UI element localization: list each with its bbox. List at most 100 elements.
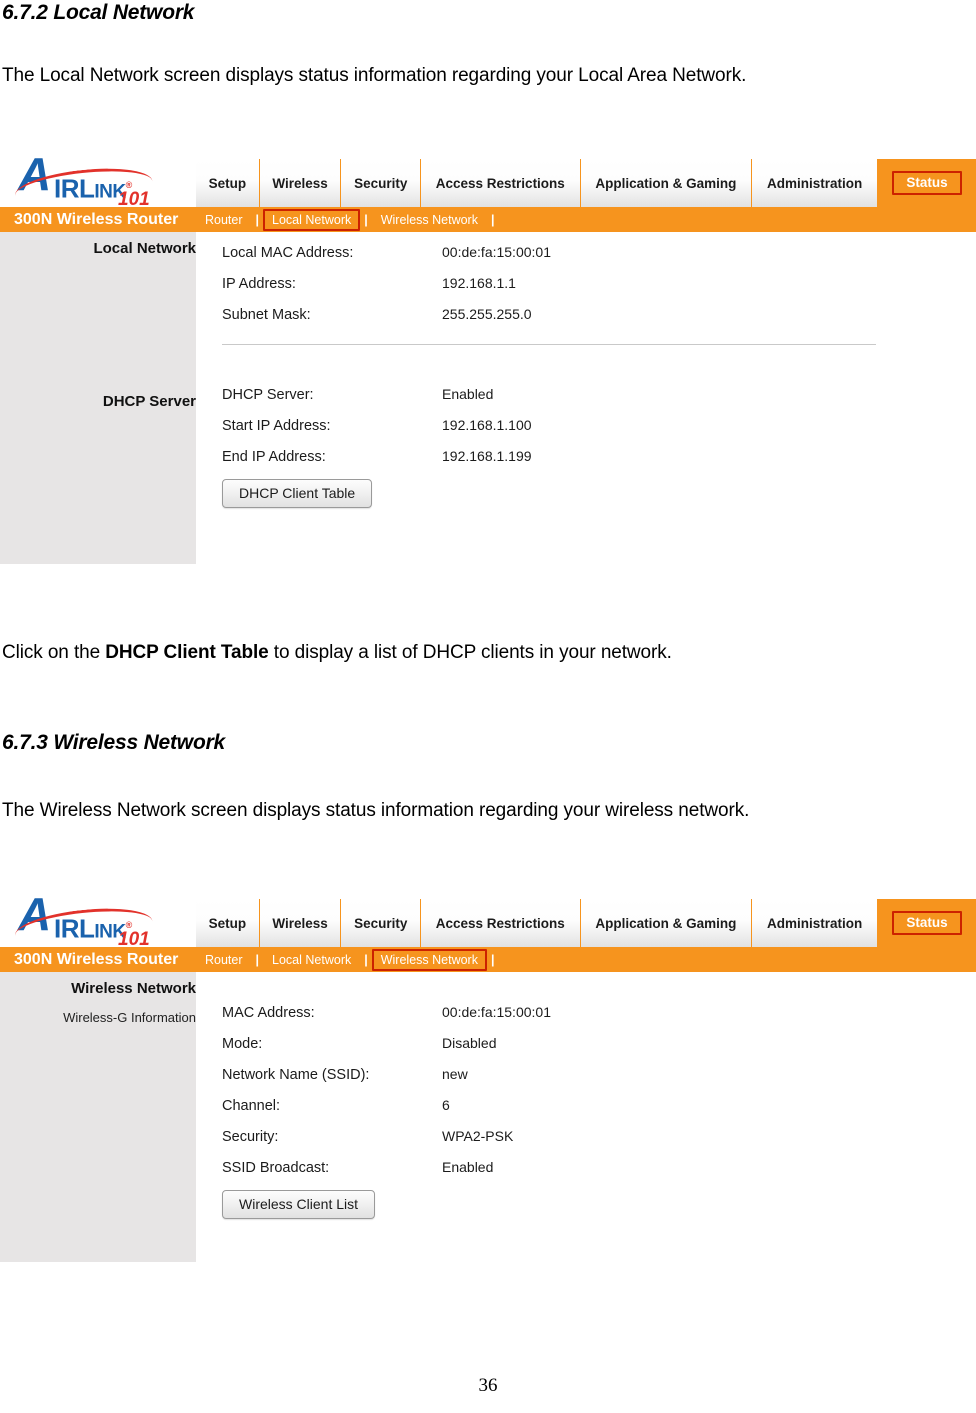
subnav-wireless-network[interactable]: Wireless Network — [372, 211, 487, 229]
section-heading-672: 6.7.2 Local Network — [2, 1, 195, 24]
local-network-fields: Local MAC Address: 00:de:fa:15:00:01 IP … — [196, 232, 976, 564]
rail-title-local-network: Local Network — [93, 240, 196, 257]
value-start-ip-address: 192.168.1.100 — [442, 417, 532, 433]
tab-administration[interactable]: Administration — [752, 159, 878, 207]
wireless-network-fields: MAC Address: 00:de:fa:15:00:01 Mode: Dis… — [196, 972, 976, 1262]
tab-application-gaming[interactable]: Application & Gaming — [580, 159, 753, 207]
document-page: 6.7.2 Local Network The Local Network sc… — [0, 0, 976, 1413]
rail-title-wireless-network: Wireless Network — [71, 980, 196, 997]
tab-wireless[interactable]: Wireless — [259, 159, 342, 207]
router-subnav-bar: 300N Wireless Router Router | Local Netw… — [0, 207, 976, 232]
value-network-name-ssid: new — [442, 1066, 468, 1082]
subnav-router[interactable]: Router — [196, 211, 252, 229]
section-divider — [222, 344, 876, 345]
field-row: IP Address: 192.168.1.1 — [196, 273, 976, 304]
airlink-logo: A IRLINK® 101 — [0, 890, 196, 950]
value-mac-address: 00:de:fa:15:00:01 — [442, 1004, 551, 1020]
field-row: Local MAC Address: 00:de:fa:15:00:01 — [196, 242, 976, 273]
screenshot-local-network: A IRLINK® 101 Setup Wireless Security Ac… — [0, 150, 976, 564]
section-paragraph-673: The Wireless Network screen displays sta… — [2, 800, 750, 821]
router-header-bar: A IRLINK® 101 Setup Wireless Security Ac… — [0, 150, 976, 210]
tab-status-label: Status — [892, 911, 962, 935]
subnav-divider: | — [490, 212, 495, 227]
button-row: Wireless Client List — [196, 1188, 976, 1219]
label-channel: Channel: — [222, 1098, 281, 1114]
tab-status[interactable]: Status — [878, 159, 976, 207]
note-bold-term: DHCP Client Table — [105, 642, 269, 663]
label-security: Security: — [222, 1129, 279, 1145]
note-suffix: to display a list of DHCP clients in you… — [268, 642, 672, 663]
subnav-divider: | — [364, 212, 368, 227]
value-ssid-broadcast: Enabled — [442, 1159, 494, 1175]
tab-access-restrictions[interactable]: Access Restrictions — [420, 899, 581, 947]
logo-word-irl: IRL — [54, 173, 95, 204]
main-nav-tabs: Setup Wireless Security Access Restricti… — [196, 899, 976, 947]
dhcp-client-table-button[interactable]: DHCP Client Table — [222, 479, 373, 508]
tab-application-gaming[interactable]: Application & Gaming — [580, 899, 753, 947]
router-subnav-bar: 300N Wireless Router Router | Local Netw… — [0, 947, 976, 972]
value-end-ip-address: 192.168.1.199 — [442, 448, 532, 464]
label-mode: Mode: — [222, 1036, 263, 1052]
field-row: Subnet Mask: 255.255.255.0 — [196, 304, 976, 335]
dhcp-client-table-note: Click on the DHCP Client Table to displa… — [2, 640, 942, 666]
subnav-local-network[interactable]: Local Network — [263, 208, 361, 231]
value-dhcp-server: Enabled — [442, 386, 494, 402]
subnav-router[interactable]: Router — [196, 951, 252, 969]
airlink-logo: A IRLINK® 101 — [0, 150, 196, 210]
router-header-bar: A IRLINK® 101 Setup Wireless Security Ac… — [0, 890, 976, 950]
subnav-links: Router | Local Network | Wireless Networ… — [196, 948, 498, 971]
tab-security[interactable]: Security — [341, 899, 421, 947]
label-subnet-mask: Subnet Mask: — [222, 307, 311, 323]
button-row: DHCP Client Table — [196, 477, 976, 508]
label-start-ip-address: Start IP Address: — [222, 418, 331, 434]
value-subnet-mask: 255.255.255.0 — [442, 306, 532, 322]
router-content-area: Local Network DHCP Server Local MAC Addr… — [0, 232, 976, 564]
subnav-divider: | — [490, 952, 495, 967]
label-ip-address: IP Address: — [222, 276, 296, 292]
subnav-divider: | — [255, 212, 260, 227]
field-row: SSID Broadcast: Enabled — [196, 1157, 976, 1188]
value-ip-address: 192.168.1.1 — [442, 275, 516, 291]
tab-security[interactable]: Security — [341, 159, 421, 207]
label-mac-address: MAC Address: — [222, 1005, 315, 1021]
tab-status[interactable]: Status — [878, 899, 976, 947]
logo-word-irl: IRL — [54, 913, 95, 944]
page-number: 36 — [478, 1375, 498, 1396]
tab-administration[interactable]: Administration — [752, 899, 878, 947]
label-end-ip-address: End IP Address: — [222, 449, 326, 465]
main-nav-tabs: Setup Wireless Security Access Restricti… — [196, 159, 976, 207]
logo-model-101: 101 — [118, 929, 150, 950]
tab-access-restrictions[interactable]: Access Restrictions — [420, 159, 581, 207]
field-row: End IP Address: 192.168.1.199 — [196, 446, 976, 477]
field-row: Channel: 6 — [196, 1095, 976, 1126]
tab-setup[interactable]: Setup — [196, 159, 260, 207]
local-network-rail: Local Network DHCP Server — [0, 232, 196, 564]
value-mode: Disabled — [442, 1035, 497, 1051]
value-local-mac-address: 00:de:fa:15:00:01 — [442, 244, 551, 260]
router-brand-label: 300N Wireless Router — [14, 210, 179, 228]
label-dhcp-server: DHCP Server: — [222, 387, 314, 403]
subnav-divider: | — [364, 952, 368, 967]
field-row: Network Name (SSID): new — [196, 1064, 976, 1095]
tab-wireless[interactable]: Wireless — [259, 899, 342, 947]
subnav-local-network[interactable]: Local Network — [263, 951, 360, 969]
router-content-area: Wireless Network Wireless-G Information … — [0, 972, 976, 1262]
field-row: Mode: Disabled — [196, 1033, 976, 1064]
value-security: WPA2-PSK — [442, 1128, 514, 1144]
wireless-network-rail: Wireless Network Wireless-G Information — [0, 972, 196, 1262]
field-row: Start IP Address: 192.168.1.100 — [196, 415, 976, 446]
label-local-mac-address: Local MAC Address: — [222, 245, 354, 261]
tab-status-label: Status — [892, 171, 962, 195]
tab-setup[interactable]: Setup — [196, 899, 260, 947]
wireless-client-list-button[interactable]: Wireless Client List — [222, 1190, 376, 1219]
logo-model-101: 101 — [118, 189, 150, 210]
field-row: MAC Address: 00:de:fa:15:00:01 — [196, 1002, 976, 1033]
subnav-links: Router | Local Network | Wireless Networ… — [196, 208, 498, 231]
field-row: Security: WPA2-PSK — [196, 1126, 976, 1157]
label-network-name-ssid: Network Name (SSID): — [222, 1067, 370, 1083]
note-prefix: Click on the — [2, 642, 106, 663]
section-heading-673: 6.7.3 Wireless Network — [2, 731, 226, 754]
subnav-wireless-network[interactable]: Wireless Network — [371, 948, 487, 971]
value-channel: 6 — [442, 1097, 450, 1113]
